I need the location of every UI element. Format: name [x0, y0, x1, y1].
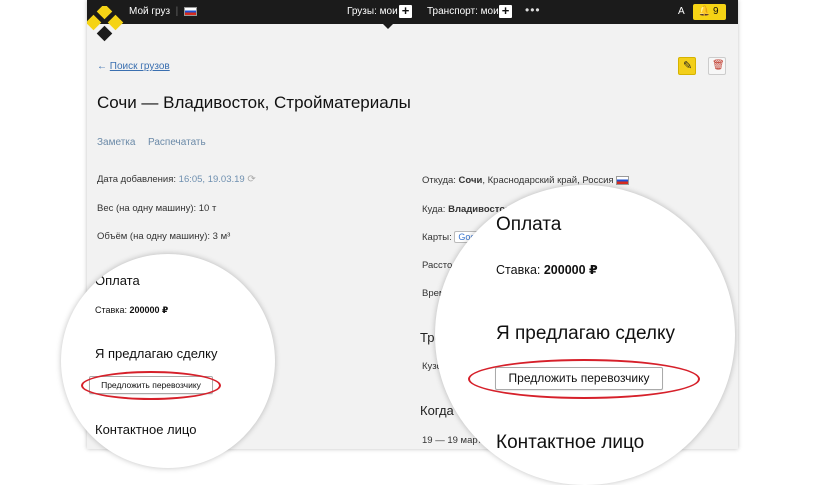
deal-heading: Я предлагаю сделку	[95, 346, 218, 361]
trash-icon: 🗑	[712, 60, 725, 71]
from-label: Откуда:	[422, 175, 456, 186]
plus-icon: +	[501, 3, 510, 18]
rate-label: Ставка:	[496, 263, 541, 277]
rate-value: 200000 ₽	[543, 263, 598, 277]
weight-row: Вес (на одну машину): 10 т	[97, 203, 217, 214]
distance-row: Рассто	[422, 260, 453, 271]
language-switch[interactable]: А	[678, 6, 685, 18]
rate-row-large: Ставка: 200000 ₽	[496, 262, 598, 277]
russia-flag-icon	[183, 6, 197, 16]
payment-heading-large: Оплата	[496, 214, 562, 235]
payment-heading: Оплата	[95, 273, 140, 288]
rate-value: 200000 ₽	[129, 305, 169, 315]
from-row: Откуда: Сочи, Краснодарский край, Россия	[422, 175, 630, 186]
contact-heading-large: Контактное лицо	[496, 432, 645, 453]
when-heading: Когда	[420, 403, 454, 418]
more-menu-icon[interactable]: •••	[525, 3, 541, 17]
bell-icon: 🔔	[698, 6, 711, 17]
notifications-count: 9	[713, 6, 719, 17]
print-link[interactable]: Распечатать	[148, 137, 206, 148]
my-cargo-link[interactable]: Мой груз |	[129, 6, 197, 18]
back-link-label: Поиск грузов	[109, 61, 170, 72]
page-title: Сочи — Владивосток, Стройматериалы	[97, 93, 411, 112]
note-link[interactable]: Заметка	[97, 137, 135, 148]
active-tab-pointer	[383, 24, 393, 29]
add-cargo-button[interactable]: +	[399, 3, 412, 18]
refresh-icon[interactable]: ⟳	[247, 174, 255, 185]
volume-row: Объём (на одну машину): 3 м³	[97, 231, 231, 242]
logo-icon[interactable]	[87, 6, 125, 46]
pencil-icon: ✎	[683, 60, 693, 72]
delete-button[interactable]: 🗑	[708, 57, 726, 75]
tab-transport-label: Транспорт: мои	[427, 6, 499, 17]
to-label: Куда:	[422, 204, 446, 215]
edit-button[interactable]: ✎	[678, 57, 696, 75]
highlight-ring-large	[468, 359, 700, 399]
tab-cargo-mine[interactable]: Грузы: мои	[347, 6, 398, 18]
arrow-left-icon: ←	[97, 61, 107, 72]
date-added-value: 16:05, 19.03.19	[178, 174, 245, 185]
magnifier-small: Оплата Ставка: 200000 ₽ Я предлагаю сдел…	[61, 254, 275, 468]
date-added-row: Дата добавления: 16:05, 19.03.19 ⟳	[97, 174, 256, 185]
deal-heading-large: Я предлагаю сделку	[496, 323, 675, 344]
magnifier-large: Оплата Ставка: 200000 ₽ Я предлагаю сдел…	[435, 185, 735, 485]
rate-label: Ставка:	[95, 305, 127, 315]
tab-cargo-label: Грузы: мои	[347, 6, 398, 17]
maps-label: Карты:	[422, 232, 452, 243]
tab-transport-mine[interactable]: Транспорт: мои	[427, 6, 499, 18]
from-city: Сочи	[458, 175, 483, 186]
russia-flag-icon	[616, 175, 630, 185]
add-transport-button[interactable]: +	[499, 3, 512, 18]
contact-heading: Контактное лицо	[95, 422, 197, 437]
top-navigation-bar: Мой груз | Грузы: мои + Транспорт: мои +…	[87, 0, 738, 24]
rate-row: Ставка: 200000 ₽	[95, 305, 168, 316]
back-to-search-link[interactable]: ← Поиск грузов	[97, 61, 170, 72]
date-added-label: Дата добавления:	[97, 174, 177, 185]
highlight-ring	[81, 371, 221, 400]
notifications-button[interactable]: 🔔 9	[693, 4, 726, 20]
my-cargo-label: Мой груз	[129, 6, 171, 17]
plus-icon: +	[401, 3, 410, 18]
